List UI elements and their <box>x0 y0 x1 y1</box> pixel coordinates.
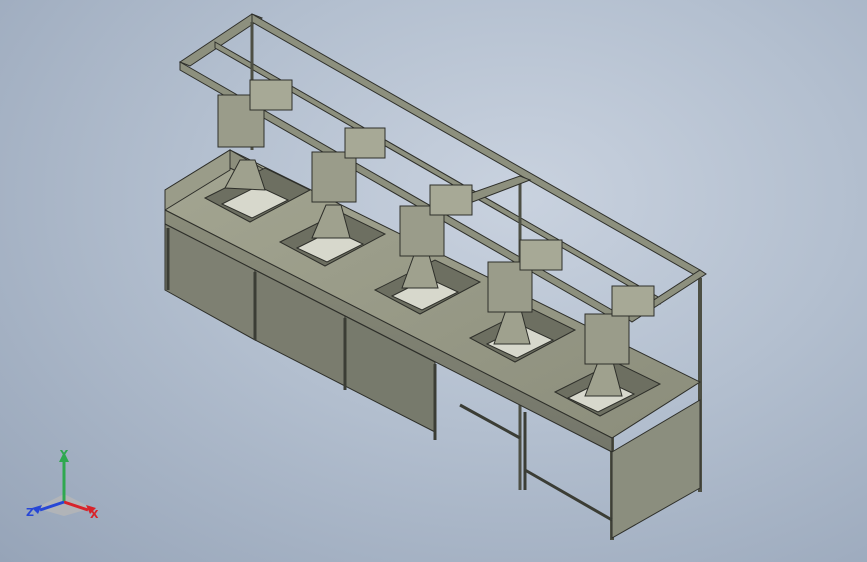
graphics-viewport[interactable]: Y X Z <box>0 0 867 562</box>
coordinate-triad: Y X Z <box>26 448 99 521</box>
machine-assembly-model[interactable] <box>0 0 867 562</box>
triad-x-label: X <box>90 508 99 521</box>
triad-z-label: Z <box>26 506 34 519</box>
triad-y-label: Y <box>59 448 69 461</box>
